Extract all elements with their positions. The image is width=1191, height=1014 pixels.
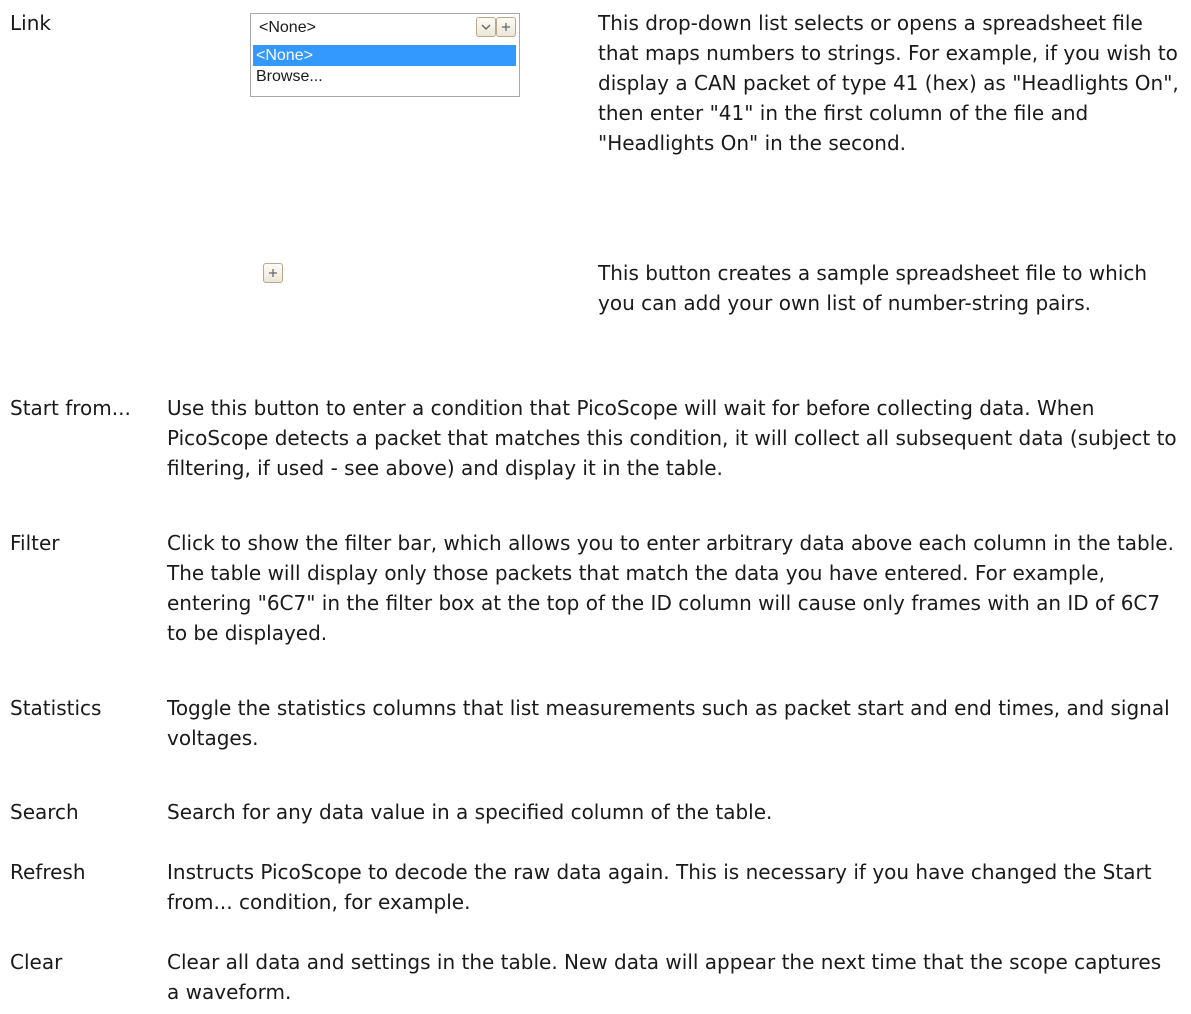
statistics-description: Toggle the statistics columns that list … bbox=[167, 696, 1170, 750]
term-search: Search bbox=[10, 800, 79, 824]
term-start-from: Start from... bbox=[10, 396, 131, 420]
clear-description: Clear all data and settings in the table… bbox=[167, 950, 1162, 1004]
chevron-down-icon[interactable] bbox=[476, 17, 496, 37]
start-from-description: Use this button to enter a condition tha… bbox=[167, 396, 1177, 480]
term-refresh: Refresh bbox=[10, 860, 86, 884]
term-statistics: Statistics bbox=[10, 696, 102, 720]
plus-icon[interactable] bbox=[263, 263, 283, 283]
term-link: Link bbox=[10, 11, 51, 35]
dropdown-selected-value: <None> bbox=[259, 19, 316, 36]
filter-description: Click to show the filter bar, which allo… bbox=[167, 531, 1174, 645]
add-button-description: This button creates a sample spreadsheet… bbox=[598, 261, 1148, 315]
refresh-description: Instructs PicoScope to decode the raw da… bbox=[167, 860, 1152, 914]
term-filter: Filter bbox=[10, 531, 60, 555]
link-description: This drop-down list selects or opens a s… bbox=[598, 11, 1179, 155]
dropdown-option-browse[interactable]: Browse... bbox=[253, 66, 516, 87]
search-description: Search for any data value in a specified… bbox=[167, 800, 773, 824]
dropdown-options-list: <None> Browse... bbox=[253, 45, 516, 87]
plus-icon[interactable] bbox=[496, 17, 516, 37]
term-clear: Clear bbox=[10, 950, 63, 974]
link-dropdown[interactable]: <None> <None> Browse... bbox=[250, 13, 520, 97]
dropdown-option-none[interactable]: <None> bbox=[253, 45, 516, 66]
